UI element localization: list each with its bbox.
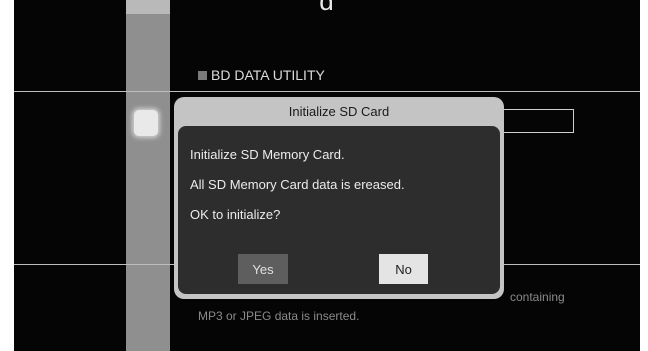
initialize-sd-dialog: Initialize SD Card Initialize SD Memory … <box>174 97 504 299</box>
no-button[interactable]: No <box>379 254 428 284</box>
background-field-box <box>502 109 574 133</box>
side-menu-bar <box>126 0 170 351</box>
section-title: BD DATA UTILITY <box>198 67 325 83</box>
dialog-title: Initialize SD Card <box>288 104 390 119</box>
background-help-text: MP3 or JPEG data is inserted. <box>198 309 360 323</box>
screen-title-fragment: d <box>319 0 335 16</box>
tv-screen: d BD DATA UTILITY containing MP3 or JPEG… <box>14 0 640 351</box>
dialog-message-line: Initialize SD Memory Card. <box>190 147 345 162</box>
sd-card-icon[interactable] <box>134 110 158 136</box>
section-title-label: BD DATA UTILITY <box>211 67 325 83</box>
side-menu-bar-cap <box>126 0 170 14</box>
dialog-message-line: OK to initialize? <box>190 207 281 222</box>
divider-line-top <box>14 91 640 92</box>
yes-button[interactable]: Yes <box>238 254 288 284</box>
square-bullet-icon <box>198 70 207 80</box>
dialog-message-line: All SD Memory Card data is ereased. <box>190 177 405 192</box>
dialog-body: Initialize SD Memory Card. All SD Memory… <box>178 126 500 294</box>
background-text-fragment: containing <box>510 290 565 304</box>
